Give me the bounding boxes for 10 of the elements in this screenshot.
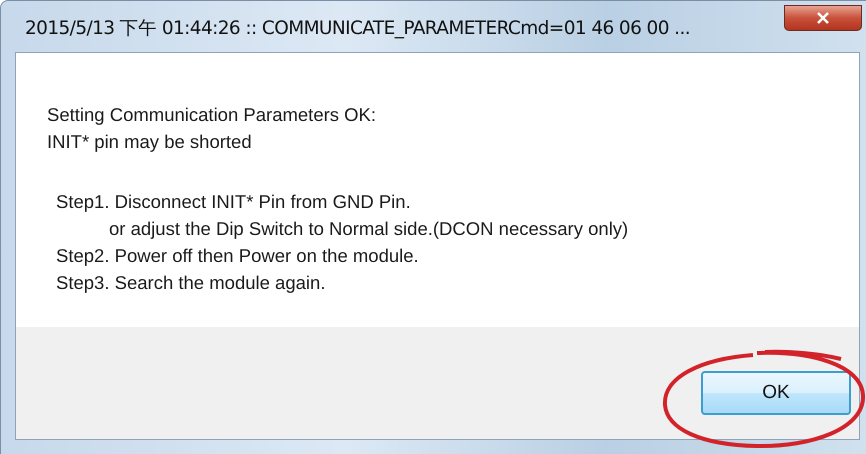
message-text: Setting Communication Parameters OK: — [47, 103, 378, 127]
window-title: 2015/5/13 下午 01:44:26 :: COMMUNICATE_PARAMETERCmd=01 46 06 00 ... — [25, 17, 690, 40]
close-button[interactable] — [784, 5, 862, 31]
step-text: or adjust the Dip Switch to Normal side.(DCON necessary only) — [108, 217, 630, 241]
step-text: Step2. Power off then Power on the module. — [55, 244, 420, 268]
step-text: Step1. Disconnect INIT* Pin from GND Pin. — [55, 190, 412, 214]
ok-button[interactable]: OK — [701, 371, 851, 415]
close-icon — [816, 12, 830, 24]
message-text: INIT* pin may be shorted — [47, 130, 253, 154]
step-text: Step3. Search the module again. — [55, 271, 326, 295]
